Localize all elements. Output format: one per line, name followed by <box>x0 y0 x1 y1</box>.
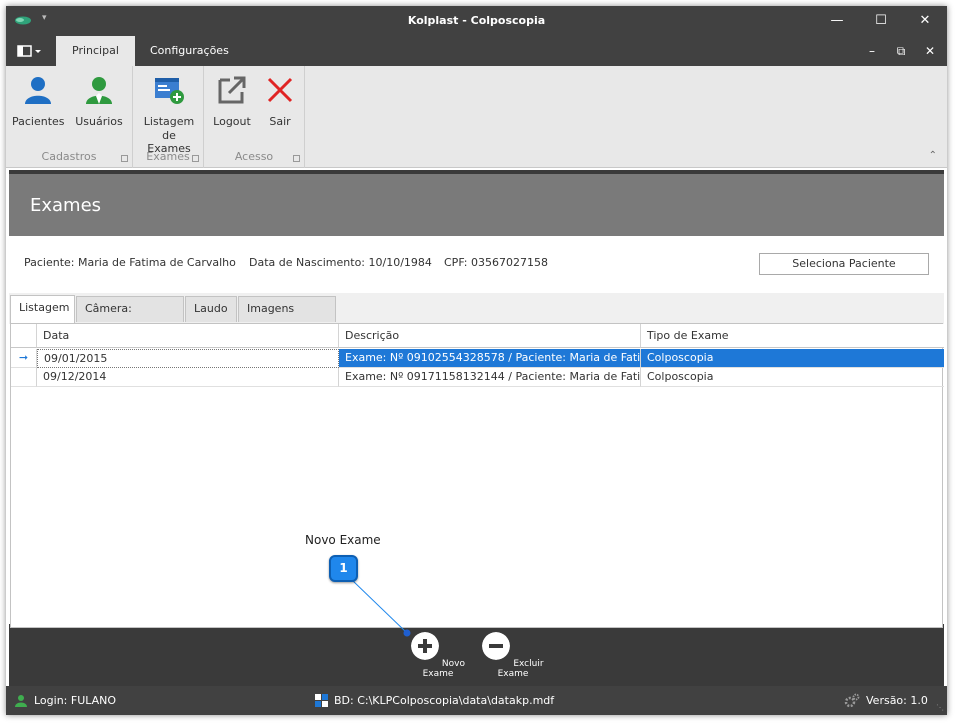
maximize-button[interactable]: ☐ <box>867 10 895 32</box>
grid-indicator-header <box>11 324 37 348</box>
row-indicator <box>11 368 37 387</box>
exam-list-icon <box>155 78 184 104</box>
table-row[interactable]: 09/12/2014 Exame: Nº 09171158132144 / Pa… <box>11 368 944 387</box>
grid-header-descricao[interactable]: Descrição <box>339 324 641 348</box>
tab-camera-imagens[interactable]: Câmera: Imagens <box>76 296 184 339</box>
exames-launcher-icon[interactable] <box>192 155 199 162</box>
logout-button[interactable]: Logout <box>210 74 254 128</box>
grid-header-data[interactable]: Data <box>37 324 339 348</box>
group-acesso: Logout Sair Acesso <box>204 66 305 168</box>
login-user-icon <box>15 695 27 707</box>
logout-icon <box>218 76 246 104</box>
patient-name: Paciente: Maria de Fatima de Carvalho <box>24 256 236 269</box>
listagem-exames-button[interactable]: Listagem de Exames <box>139 74 199 155</box>
user-green-icon <box>86 77 112 104</box>
version-label: Versão: 1.0 <box>866 694 928 707</box>
login-status: Login: FULANO <box>34 694 117 707</box>
window-title: Kolplast - Colposcopia <box>407 14 546 27</box>
resize-grip-icon[interactable]: ⋱ <box>936 703 944 712</box>
cell-data[interactable]: 09/12/2014 <box>37 368 339 387</box>
cadastros-launcher-icon[interactable] <box>121 155 128 162</box>
cell-descricao[interactable]: Exame: Nº 09102554328578 / Paciente: Mar… <box>339 349 641 368</box>
user-icon <box>25 77 51 104</box>
status-bar: Login: FULANO BD: C:\KLPColposcopia\data… <box>6 686 947 715</box>
sair-button[interactable]: Sair <box>260 74 300 128</box>
mdi-close-button[interactable]: ✕ <box>920 42 940 60</box>
row-indicator-arrow-icon: ➞ <box>11 349 37 368</box>
cell-descricao[interactable]: Exame: Nº 09171158132144 / Paciente: Mar… <box>339 368 641 387</box>
patient-birthdate: Data de Nascimento: 10/10/1984 <box>249 256 432 269</box>
ribbon: Pacientes Usuários Cadastros Listagem de… <box>6 66 947 168</box>
minus-circle-icon <box>482 632 511 660</box>
group-label-cadastros: Cadastros <box>41 150 97 163</box>
app-window: ▾ Kolplast - Colposcopia — ☐ ✕ Principal… <box>6 6 947 715</box>
title-bar: ▾ Kolplast - Colposcopia — ☐ ✕ <box>6 6 947 36</box>
minimize-button[interactable]: — <box>823 10 851 32</box>
acesso-launcher-icon[interactable] <box>293 155 300 162</box>
database-path: BD: C:\KLPColposcopia\data\datakp.mdf <box>334 694 555 707</box>
detail-tabs: Listagem Câmera: Imagens Laudo Imagens L… <box>9 293 944 339</box>
content-area: Exames Paciente: Maria de Fatima de Carv… <box>9 170 944 686</box>
tab-configuracoes[interactable]: Configurações <box>134 36 245 66</box>
exit-icon <box>267 77 293 103</box>
tab-listagem[interactable]: Listagem <box>10 295 75 324</box>
app-menu-icon[interactable] <box>14 43 44 59</box>
ribbon-tab-row: Principal Configurações – ⧉ ✕ <box>6 36 947 66</box>
select-patient-button[interactable]: Seleciona Paciente <box>759 253 929 275</box>
gear-icon <box>844 693 860 708</box>
database-icon <box>315 694 328 707</box>
grid-header-tipo[interactable]: Tipo de Exame <box>641 324 944 348</box>
group-cadastros: Pacientes Usuários Cadastros <box>6 66 133 168</box>
group-exames: Listagem de Exames Exames <box>133 66 204 168</box>
pacientes-button[interactable]: Pacientes <box>12 74 65 128</box>
cell-tipo[interactable]: Colposcopia <box>641 349 944 368</box>
patient-cpf: CPF: 03567027158 <box>444 256 548 269</box>
exames-panel: Exames Paciente: Maria de Fatima de Carv… <box>9 174 944 628</box>
tab-imagens-laudo[interactable]: Imagens Laudo <box>238 296 336 339</box>
new-exam-button[interactable]: Novo Exame <box>407 632 469 679</box>
mdi-restore-button[interactable]: ⧉ <box>891 42 911 60</box>
page-title: Exames <box>30 195 102 216</box>
delete-exam-button[interactable]: Excluir Exame <box>479 632 547 679</box>
cell-data[interactable]: 09/01/2015 <box>37 349 339 368</box>
callout-label: Novo Exame <box>305 533 381 547</box>
action-footer: Novo Exame Excluir Exame <box>9 624 944 686</box>
plus-circle-icon <box>411 632 440 660</box>
tab-laudo[interactable]: Laudo <box>185 296 237 322</box>
tab-principal[interactable]: Principal <box>56 36 135 66</box>
cell-tipo[interactable]: Colposcopia <box>641 368 944 387</box>
mdi-minimize-button[interactable]: – <box>862 42 882 60</box>
callout-badge: 1 <box>329 555 358 582</box>
group-label-acesso: Acesso <box>234 150 274 163</box>
collapse-ribbon-icon[interactable]: ⌃ <box>929 150 937 161</box>
page-header: Exames <box>9 174 944 236</box>
table-row[interactable]: ➞ 09/01/2015 Exame: Nº 09102554328578 / … <box>11 349 944 368</box>
exams-grid: Data Descrição Tipo de Exame ➞ 09/01/201… <box>10 323 944 628</box>
close-button[interactable]: ✕ <box>911 10 939 32</box>
usuarios-button[interactable]: Usuários <box>72 74 126 128</box>
